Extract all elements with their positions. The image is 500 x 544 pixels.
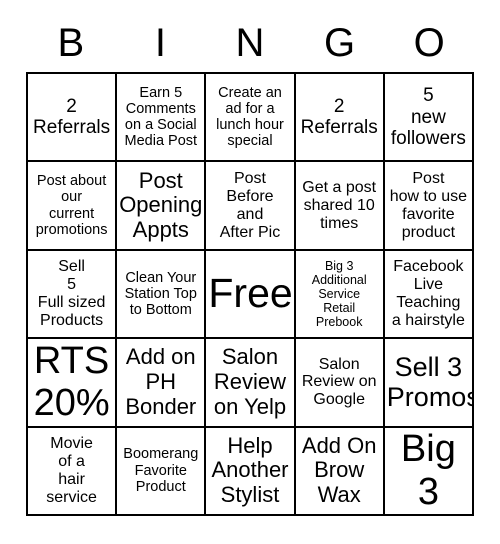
header-letter-o: O xyxy=(413,21,445,65)
header-letter-i: I xyxy=(154,21,166,65)
bingo-cell-label: Big 3 xyxy=(400,428,456,513)
bingo-cell-label: Post Opening Appts xyxy=(119,167,203,242)
bingo-cell[interactable]: Post Before and After Pic xyxy=(206,162,296,251)
bingo-cell[interactable]: Create an ad for a lunch hour special xyxy=(206,74,296,163)
header-letter-g: G xyxy=(324,21,356,65)
bingo-card: B I N G O 2 Referrals Earn 5 Comments on … xyxy=(26,14,474,516)
bingo-cell-label: Help Another Stylist xyxy=(211,432,289,508)
bingo-cell[interactable]: Free! xyxy=(206,250,296,340)
bingo-cell-label: Get a post shared 10 times xyxy=(302,178,377,232)
bingo-cell[interactable]: Earn 5 Comments on a Social Media Post xyxy=(117,74,207,163)
bingo-cell[interactable]: Salon Review on Google xyxy=(295,339,385,428)
bingo-cell[interactable]: Post about our current promotions xyxy=(28,162,118,251)
bingo-cell[interactable]: 2 Referrals xyxy=(295,74,385,163)
bingo-cell-label: 5 new followers xyxy=(390,85,466,149)
bingo-cell-label: Add On Brow Wax xyxy=(301,432,377,508)
bingo-cell[interactable]: Big 3 Additional Service Retail Prebook xyxy=(295,250,385,340)
header-letter-b: B xyxy=(57,21,85,65)
bingo-cell[interactable]: 2 Referrals xyxy=(28,74,118,163)
bingo-cell-label: RTS 20% xyxy=(33,339,110,425)
bingo-cell[interactable]: Post Opening Appts xyxy=(117,162,207,251)
bingo-cell[interactable]: Big 3 xyxy=(384,427,474,516)
bingo-cell-label: Free! xyxy=(208,270,296,317)
bingo-cell-label: Create an ad for a lunch hour special xyxy=(216,84,284,150)
bingo-cell-label: Movie of a hair service xyxy=(46,434,97,506)
bingo-cell[interactable]: Sell 5 Full sized Products xyxy=(28,250,118,340)
bingo-cell[interactable]: Add On Brow Wax xyxy=(295,427,385,516)
bingo-cell[interactable]: Get a post shared 10 times xyxy=(295,162,385,251)
bingo-cell[interactable]: Clean Your Station Top to Bottom xyxy=(117,250,207,340)
header-letter-n: N xyxy=(235,21,265,65)
bingo-cell[interactable]: Salon Review on Yelp xyxy=(206,339,296,428)
bingo-cell-label: Clean Your Station Top to Bottom xyxy=(124,269,197,319)
bingo-cell[interactable]: Facebook Live Teaching a hairstyle xyxy=(384,250,474,340)
bingo-cell[interactable]: Sell 3 Promos xyxy=(384,339,474,428)
bingo-cell-label: Big 3 Additional Service Retail Prebook xyxy=(311,258,367,329)
bingo-header: B I N G O xyxy=(26,14,474,72)
bingo-cell-label: Add on PH Bonder xyxy=(125,344,197,419)
bingo-cell[interactable]: Post how to use favorite product xyxy=(384,162,474,251)
bingo-cell-label: Sell 3 Promos xyxy=(386,352,474,413)
bingo-cell-label: Post about our current promotions xyxy=(35,173,108,238)
bingo-cell[interactable]: Boomerang Favorite Product xyxy=(117,427,207,516)
bingo-cell[interactable]: Help Another Stylist xyxy=(206,427,296,516)
bingo-cell-label: Sell 5 Full sized Products xyxy=(37,258,106,329)
bingo-cell[interactable]: Add on PH Bonder xyxy=(117,339,207,428)
bingo-cell[interactable]: Movie of a hair service xyxy=(28,427,118,516)
bingo-cell-label: Facebook Live Teaching a hairstyle xyxy=(391,258,465,329)
bingo-cell-label: Post how to use favorite product xyxy=(389,169,468,241)
bingo-cell-label: Earn 5 Comments on a Social Media Post xyxy=(124,84,198,150)
bingo-cell[interactable]: RTS 20% xyxy=(28,339,118,428)
bingo-cell-label: Salon Review on Yelp xyxy=(213,344,287,419)
bingo-cell-label: 2 Referrals xyxy=(300,95,378,139)
bingo-grid: 2 Referrals Earn 5 Comments on a Social M… xyxy=(26,72,474,516)
bingo-cell-label: Boomerang Favorite Product xyxy=(123,446,199,495)
bingo-cell[interactable]: 5 new followers xyxy=(384,74,474,163)
bingo-cell-label: Salon Review on Google xyxy=(301,355,377,409)
bingo-cell-label: Post Before and After Pic xyxy=(219,169,281,241)
bingo-cell-label: 2 Referrals xyxy=(33,95,111,139)
